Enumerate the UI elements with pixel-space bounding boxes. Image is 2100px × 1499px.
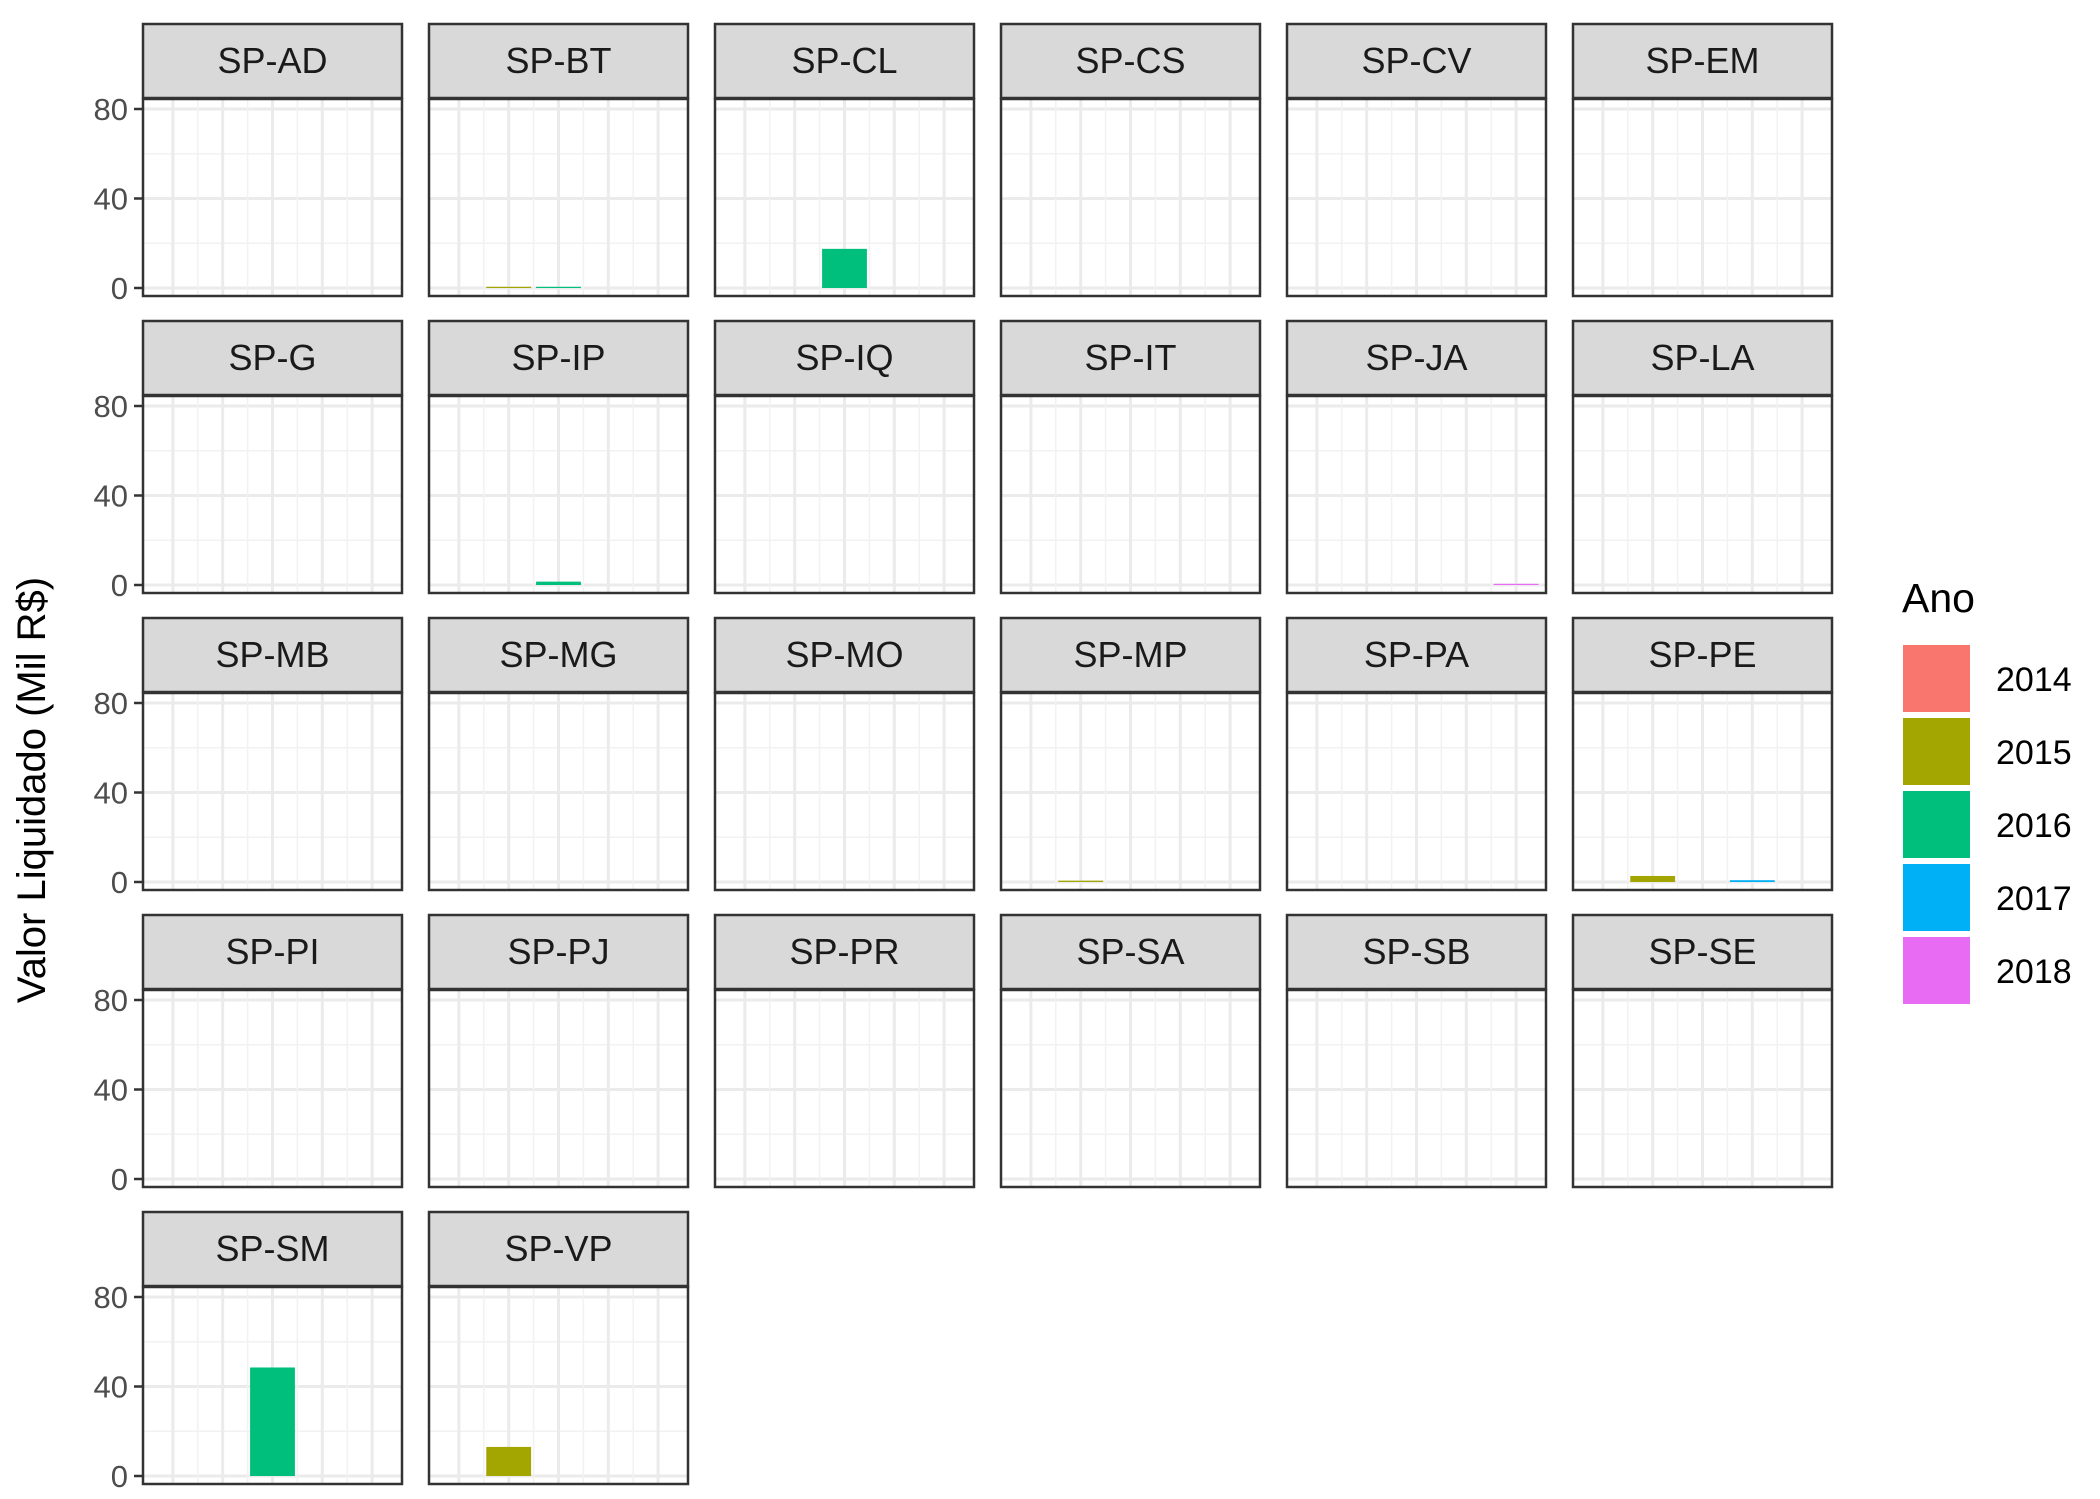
- y-tick-label: 0: [111, 865, 128, 900]
- facet-strip-label: SP-MG: [499, 634, 617, 675]
- facet-strip-label: SP-G: [228, 337, 316, 378]
- legend-key-2016: [1903, 791, 1970, 858]
- bar-sp-ip-2016: [536, 581, 581, 585]
- facet-panel-sp-pe: SP-PE: [1571, 616, 1834, 892]
- facet-panel-sp-g: SP-G 0 40 80: [94, 319, 404, 603]
- legend: Ano 2014 2015 2016 2017 2018: [1902, 575, 2072, 1004]
- y-tick-label: 80: [94, 389, 128, 424]
- facet-panel-sp-ja: SP-JA: [1285, 319, 1548, 595]
- legend-items: 2014 2015 2016 2017 2018: [1903, 645, 2072, 1004]
- facet-panel-sp-ip: SP-IP: [427, 319, 690, 595]
- facet-strip-label: SP-SB: [1362, 931, 1470, 972]
- facet-panel-sp-bt: SP-BT: [427, 22, 690, 298]
- legend-label-2017: 2017: [1996, 880, 2072, 918]
- facet-panel-sp-pi: SP-PI 0 40 80: [94, 913, 404, 1197]
- y-tick-label: 0: [111, 271, 128, 306]
- facet-panel-sp-ad: SP-AD 0 40 80: [94, 22, 404, 306]
- chart-canvas: SP-AD 0 40 80 SP-BT SP-CL SP-CS SP-CV SP-EM SP-G 0…: [10, 22, 2072, 1494]
- facet-panel-sp-em: SP-EM: [1571, 22, 1834, 298]
- facet-panel-sp-pj: SP-PJ: [427, 913, 690, 1189]
- facet-strip-label: SP-IT: [1084, 337, 1176, 378]
- facet-strip-label: SP-MP: [1073, 634, 1187, 675]
- bar-sp-sm-2016: [250, 1367, 295, 1476]
- bar-sp-ja-2018: [1493, 583, 1539, 585]
- facet-strip-label: SP-MO: [785, 634, 903, 675]
- y-tick-label: 80: [94, 92, 128, 127]
- faceted-bar-chart: SP-AD 0 40 80 SP-BT SP-CL SP-CS SP-CV SP-EM SP-G 0…: [0, 0, 2100, 1499]
- y-tick-label: 0: [111, 1459, 128, 1494]
- facet-panel-sp-cs: SP-CS: [999, 22, 1262, 298]
- facet-strip-label: SP-PE: [1648, 634, 1756, 675]
- legend-label-2018: 2018: [1996, 953, 2072, 991]
- facet-panel-sp-sm: SP-SM 0 40 80: [94, 1210, 404, 1494]
- legend-label-2016: 2016: [1996, 807, 2072, 845]
- facet-panel-sp-mp: SP-MP: [999, 616, 1262, 892]
- facet-strip-label: SP-MB: [215, 634, 329, 675]
- facet-panel-sp-pr: SP-PR: [713, 913, 976, 1189]
- y-tick-label: 0: [111, 568, 128, 603]
- y-axis-title: Valor Liquidado (Mil R$): [10, 577, 54, 1003]
- legend-key-2018: [1903, 937, 1970, 1004]
- facet-panel-sp-se: SP-SE: [1571, 913, 1834, 1189]
- facet-strip-label: SP-BT: [505, 40, 611, 81]
- facet-strip-label: SP-AD: [217, 40, 327, 81]
- facet-panel-sp-sa: SP-SA: [999, 913, 1262, 1189]
- facet-panel-sp-mb: SP-MB 0 40 80: [94, 616, 404, 900]
- facet-panel-sp-pa: SP-PA: [1285, 616, 1548, 892]
- facet-strip-label: SP-PA: [1364, 634, 1469, 675]
- bar-sp-bt-2015: [486, 286, 532, 288]
- y-tick-label: 40: [94, 776, 128, 811]
- y-tick-label: 80: [94, 1280, 128, 1315]
- bar-sp-pe-2017: [1729, 880, 1775, 882]
- facet-strip-label: SP-CV: [1361, 40, 1471, 81]
- facet-panel-sp-mo: SP-MO: [713, 616, 976, 892]
- y-tick-label: 40: [94, 1073, 128, 1108]
- facet-panel-sp-mg: SP-MG: [427, 616, 690, 892]
- bar-sp-bt-2016: [536, 286, 581, 288]
- y-tick-label: 80: [94, 983, 128, 1018]
- y-tick-label: 40: [94, 1370, 128, 1405]
- facet-strip-label: SP-VP: [504, 1228, 612, 1269]
- facet-panel-sp-cl: SP-CL: [713, 22, 976, 298]
- legend-key-2014: [1903, 645, 1970, 712]
- facet-strip-label: SP-SE: [1648, 931, 1756, 972]
- facet-panel-sp-vp: SP-VP: [427, 1210, 690, 1486]
- facet-panel-sp-it: SP-IT: [999, 319, 1262, 595]
- facet-strip-label: SP-CS: [1075, 40, 1185, 81]
- bar-sp-pe-2015: [1630, 875, 1676, 882]
- facet-panel-sp-cv: SP-CV: [1285, 22, 1548, 298]
- facet-strip-label: SP-SM: [215, 1228, 329, 1269]
- facet-strip-label: SP-IP: [511, 337, 605, 378]
- legend-key-2015: [1903, 718, 1970, 785]
- facet-strip-label: SP-EM: [1645, 40, 1759, 81]
- legend-key-2017: [1903, 864, 1970, 931]
- facet-panel-sp-la: SP-LA: [1571, 319, 1834, 595]
- legend-label-2015: 2015: [1996, 734, 2072, 772]
- bar-sp-mp-2015: [1058, 880, 1104, 882]
- facet-strip-label: SP-IQ: [795, 337, 893, 378]
- facet-strip-label: SP-PI: [225, 931, 319, 972]
- facet-strip-label: SP-PJ: [507, 931, 609, 972]
- legend-title: Ano: [1902, 575, 1975, 621]
- facet-panel-sp-iq: SP-IQ: [713, 319, 976, 595]
- y-tick-label: 0: [111, 1162, 128, 1197]
- y-tick-label: 40: [94, 182, 128, 217]
- facet-panel-sp-sb: SP-SB: [1285, 913, 1548, 1189]
- facet-strip-label: SP-LA: [1650, 337, 1754, 378]
- y-tick-label: 40: [94, 479, 128, 514]
- bar-sp-vp-2015: [486, 1446, 532, 1476]
- facet-strip-label: SP-JA: [1365, 337, 1467, 378]
- facets-layer: SP-AD 0 40 80 SP-BT SP-CL SP-CS SP-CV SP-EM SP-G 0…: [94, 22, 1834, 1494]
- facet-strip-label: SP-PR: [789, 931, 899, 972]
- facet-strip-label: SP-SA: [1076, 931, 1184, 972]
- bar-sp-cl-2016: [822, 248, 867, 288]
- facet-strip-label: SP-CL: [791, 40, 897, 81]
- y-tick-label: 80: [94, 686, 128, 721]
- legend-label-2014: 2014: [1996, 661, 2072, 699]
